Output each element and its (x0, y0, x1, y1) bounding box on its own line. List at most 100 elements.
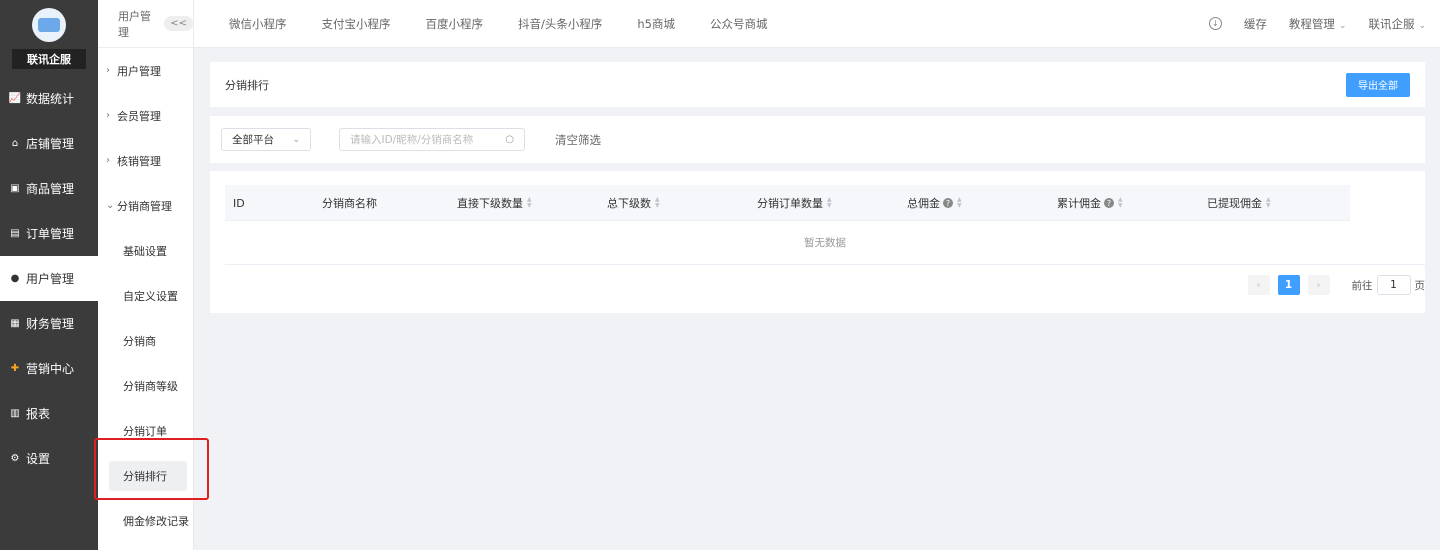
main-sidebar: 联讯企服 📈 数据统计 ⌂ 店铺管理 ▣ 商品管理 ▤ 订单管理 ● 用户管理 ▦ 财务管理… (0, 0, 98, 550)
tab-baidu-miniapp[interactable]: 百度小程序 (426, 16, 484, 32)
subnav-title: 用户管理 (118, 9, 151, 39)
column-direct-subordinates[interactable]: 直接下级数量 ▲ ▼ (457, 185, 532, 221)
tab-h5-mall[interactable]: h5商城 (637, 16, 675, 32)
sidebar-item-users[interactable]: ● 用户管理 (0, 256, 98, 301)
subnav-group-label: 用户管理 (117, 64, 161, 78)
chevron-right-icon: › (106, 65, 110, 76)
subnav-item-label: 佣金修改记录 (123, 514, 189, 528)
goto-label: 前往 (1351, 279, 1373, 292)
column-id: ID (233, 196, 245, 210)
platform-select[interactable]: 全部平台 ⌄ (221, 128, 311, 151)
subnav-group-distributors[interactable]: ⌄ 分销商管理 (98, 183, 193, 228)
next-page-button[interactable]: › (1307, 275, 1330, 295)
subnav-item-basic-settings[interactable]: 基础设置 (98, 228, 193, 273)
sort-icon[interactable]: ▲ ▼ (1266, 197, 1271, 209)
sidebar-item-label: 营销中心 (26, 362, 75, 376)
sidebar-item-orders[interactable]: ▤ 订单管理 (0, 211, 98, 256)
sub-sidebar: 用户管理 << › 用户管理 › 会员管理 › 核销管理 ⌄ 分销商管理 基础设置 自定… (98, 0, 194, 550)
goods-icon: ▣ (10, 183, 20, 194)
sidebar-item-label: 商品管理 (26, 182, 75, 196)
clear-filter-button[interactable]: 清空筛选 (555, 132, 601, 148)
empty-state: 暂无数据 (225, 221, 1425, 265)
subnav-item-commission-log[interactable]: 佣金修改记录 (98, 498, 193, 543)
chevron-right-icon: › (106, 110, 110, 121)
top-navbar: 微信小程序 支付宝小程序 百度小程序 抖音/头条小程序 h5商城 公众号商城 ↓… (194, 0, 1440, 48)
subnav-group-users[interactable]: › 用户管理 (98, 48, 193, 93)
order-icon: ▤ (10, 228, 20, 239)
account-label: 联讯企服 (1368, 16, 1415, 31)
chevron-down-icon: ⌄ (292, 134, 300, 145)
collapse-button[interactable]: << (164, 16, 193, 31)
column-distributor-name: 分销商名称 (322, 197, 377, 210)
search-input[interactable] (350, 133, 506, 146)
page-suffix: 页 (1414, 279, 1426, 292)
sidebar-item-label: 店铺管理 (26, 137, 75, 151)
search-icon[interactable]: ○ (505, 134, 514, 145)
chevron-down-icon: ⌄ (106, 200, 115, 211)
column-total-commission[interactable]: 总佣金? ▲ ▼ (907, 185, 962, 221)
platform-select-value: 全部平台 (232, 134, 274, 146)
chart-line-icon: 📈 (8, 93, 22, 104)
export-all-button[interactable]: 导出全部 (1346, 72, 1410, 97)
cache-link[interactable]: 缓存 (1244, 16, 1267, 32)
subnav-item-distributor-levels[interactable]: 分销商等级 (98, 363, 193, 408)
subnav-item-ranking[interactable]: 分销排行 (98, 453, 193, 498)
logo-area: 联讯企服 (0, 0, 98, 76)
brand-name: 联讯企服 (12, 49, 86, 69)
prev-page-button[interactable]: ‹ (1247, 275, 1270, 295)
chevron-down-icon: ⌄ (1418, 20, 1426, 31)
sidebar-item-finance[interactable]: ▦ 财务管理 (0, 301, 98, 346)
subnav-item-label: 分销商 (123, 334, 156, 348)
subnav-group-members[interactable]: › 会员管理 (98, 93, 193, 138)
sort-icon[interactable]: ▲ ▼ (827, 197, 832, 209)
sidebar-item-goods[interactable]: ▣ 商品管理 (0, 166, 98, 211)
subnav-item-distributors[interactable]: 分销商 (98, 318, 193, 363)
pagination: ‹ 1 › 前往 页 (1247, 275, 1426, 295)
page-number-current[interactable]: 1 (1277, 275, 1300, 295)
sidebar-item-store[interactable]: ⌂ 店铺管理 (0, 121, 98, 166)
sidebar-item-marketing[interactable]: ✚ 营销中心 (0, 346, 98, 391)
subnav-group-verification[interactable]: › 核销管理 (98, 138, 193, 183)
sidebar-item-report[interactable]: ▥ 报表 (0, 391, 98, 436)
column-order-count[interactable]: 分销订单数量 ▲ ▼ (757, 185, 832, 221)
subnav-group-label: 核销管理 (117, 154, 161, 168)
subnav-item-label: 自定义设置 (123, 289, 178, 303)
sidebar-item-label: 财务管理 (26, 317, 75, 331)
subnav-item-label: 分销商等级 (123, 379, 178, 393)
column-total-subordinates[interactable]: 总下级数 ▲ ▼ (607, 185, 660, 221)
chevron-down-icon: ⌄ (1338, 20, 1347, 31)
tutorial-label: 教程管理 (1288, 16, 1335, 31)
goto-page: 前往 页 (1351, 275, 1426, 295)
column-accumulated-commission[interactable]: 累计佣金? ▲ ▼ (1057, 185, 1123, 221)
account-menu[interactable]: 联讯企服 ⌄ (1368, 16, 1426, 32)
finance-icon: ▦ (10, 318, 20, 329)
help-icon[interactable]: ? (1104, 198, 1114, 208)
sidebar-item-label: 设置 (26, 452, 51, 466)
store-icon: ⌂ (11, 138, 19, 149)
logo-icon (32, 8, 66, 42)
goto-page-input[interactable] (1376, 275, 1411, 295)
sidebar-item-label: 数据统计 (26, 92, 75, 106)
sidebar-item-label: 用户管理 (26, 272, 75, 286)
tutorial-menu[interactable]: 教程管理 ⌄ (1289, 16, 1347, 32)
subnav-item-distribution-orders[interactable]: 分销订单 (98, 408, 193, 453)
tab-douyin-miniapp[interactable]: 抖音/头条小程序 (518, 16, 602, 32)
sidebar-item-settings[interactable]: ⚙ 设置 (0, 436, 98, 481)
subnav-group-label: 分销商管理 (117, 199, 172, 213)
sort-icon[interactable]: ▲ ▼ (957, 197, 962, 209)
tab-official-account-mall[interactable]: 公众号商城 (710, 16, 768, 32)
sort-icon[interactable]: ▲ ▼ (1118, 197, 1123, 209)
marketing-icon: ✚ (10, 363, 20, 374)
search-box: ○ (339, 128, 525, 151)
subnav-group-label: 会员管理 (117, 109, 161, 123)
sort-icon[interactable]: ▲ ▼ (655, 197, 660, 209)
tab-wechat-miniapp[interactable]: 微信小程序 (229, 16, 287, 32)
help-icon[interactable]: ? (943, 198, 953, 208)
tab-alipay-miniapp[interactable]: 支付宝小程序 (322, 16, 391, 32)
column-withdrawn-commission[interactable]: 已提现佣金 ▲ ▼ (1207, 185, 1271, 221)
gear-icon: ⚙ (10, 453, 20, 464)
subnav-item-custom-settings[interactable]: 自定义设置 (98, 273, 193, 318)
sidebar-item-stats[interactable]: 📈 数据统计 (0, 76, 98, 121)
sort-icon[interactable]: ▲ ▼ (527, 197, 532, 209)
download-icon[interactable]: ↓ (1208, 17, 1222, 30)
